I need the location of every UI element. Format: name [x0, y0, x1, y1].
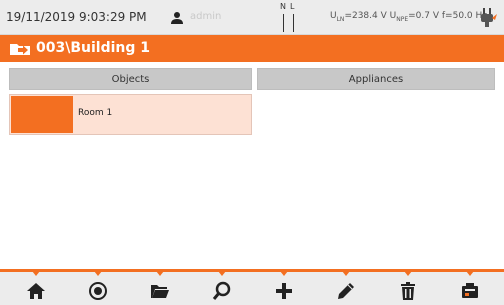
delete-icon: [398, 273, 418, 305]
tab-appliances[interactable]: Appliances: [257, 68, 495, 90]
n-label: N: [280, 2, 286, 11]
folder-arrow-icon: [8, 39, 32, 57]
home-icon: [26, 273, 46, 305]
l-label: L: [290, 2, 295, 11]
page-title: 003\Building 1: [36, 40, 150, 56]
search-button[interactable]: [202, 271, 242, 305]
datetime: 19/11/2019 9:03:29 PM: [6, 10, 147, 24]
edit-icon: [336, 273, 356, 305]
folder-icon: [150, 273, 170, 305]
device-icon: [460, 273, 480, 305]
add-icon: [274, 273, 294, 305]
home-button[interactable]: [16, 271, 56, 305]
user-icon: [170, 10, 184, 24]
edit-button[interactable]: [326, 271, 366, 305]
tab-objects-label: Objects: [111, 73, 150, 85]
tab-objects[interactable]: Objects: [9, 68, 252, 90]
object-thumbnail: [11, 96, 73, 133]
tab-appliances-label: Appliances: [348, 73, 404, 85]
user-name: admin: [190, 11, 222, 22]
open-folder-button[interactable]: [140, 271, 180, 305]
up-level-button[interactable]: [78, 271, 118, 305]
list-item-room-1[interactable]: Room 1: [9, 94, 252, 135]
measurement-readout: ULN=238.4 V UNPE=0.7 V f=50.0 Hz: [330, 11, 487, 23]
delete-button[interactable]: [388, 271, 428, 305]
nl-connection-icon: N L: [278, 2, 300, 34]
status-bar: 19/11/2019 9:03:29 PM admin N L ULN=238.…: [0, 0, 504, 35]
device-button[interactable]: [450, 271, 490, 305]
up-circle-icon: [88, 273, 108, 305]
add-button[interactable]: [264, 271, 304, 305]
object-name: Room 1: [78, 108, 113, 118]
bottom-toolbar: [0, 269, 504, 305]
search-icon: [212, 273, 232, 305]
title-bar: 003\Building 1: [0, 35, 504, 62]
plug-icon: [480, 6, 498, 28]
